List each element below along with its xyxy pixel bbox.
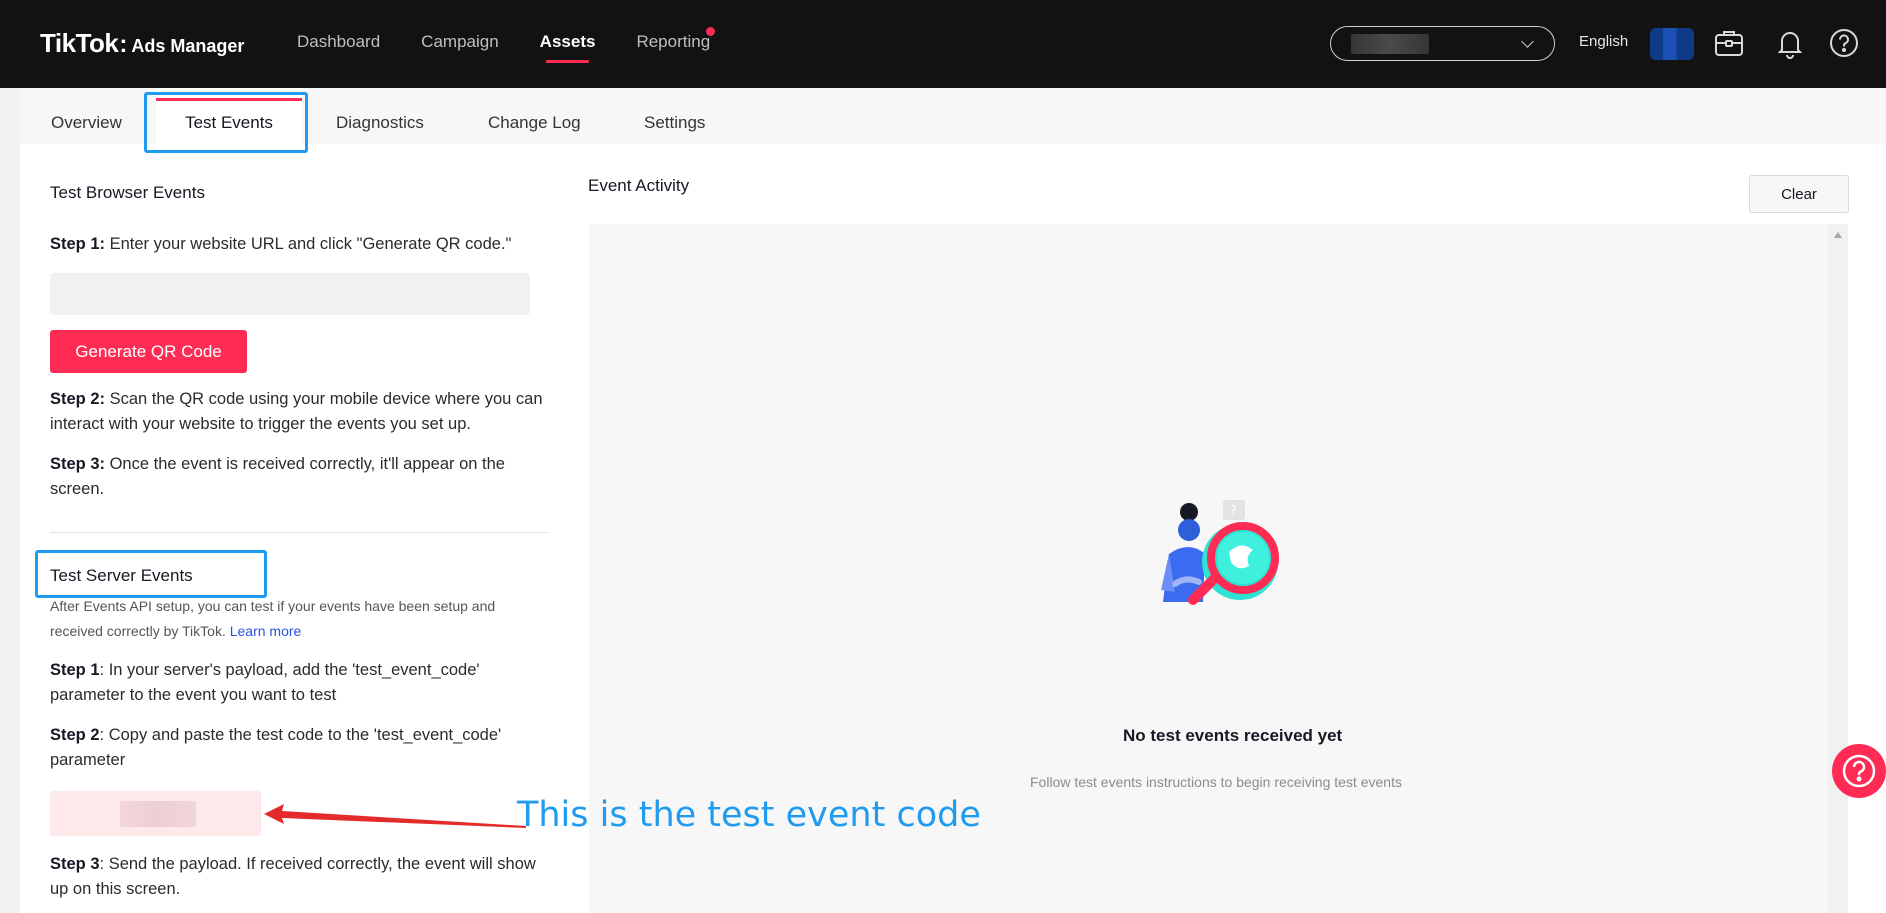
- tab-diagnostics[interactable]: Diagnostics: [336, 88, 424, 144]
- server-step-1: Step 1: In your server's payload, add th…: [50, 658, 550, 708]
- generate-qr-code-button[interactable]: Generate QR Code: [50, 330, 247, 373]
- account-selector[interactable]: [1330, 26, 1555, 61]
- logo-brand: TikTok: [40, 28, 119, 58]
- briefcase-icon[interactable]: [1712, 26, 1746, 60]
- help-chat-button[interactable]: [1832, 744, 1886, 798]
- clear-button[interactable]: Clear: [1749, 175, 1849, 213]
- browser-events-title: Test Browser Events: [50, 183, 205, 202]
- step-text: Scan the QR code using your mobile devic…: [50, 390, 543, 433]
- annotation-arrow-icon: [264, 804, 526, 828]
- step-text: Enter your website URL and click "Genera…: [105, 235, 512, 253]
- svg-text:?: ?: [1230, 504, 1237, 519]
- browser-step-3: Step 3: Once the event is received corre…: [50, 452, 550, 502]
- tiktok-ads-manager-logo[interactable]: TikTok : Ads Manager: [40, 28, 244, 59]
- main-nav: Dashboard Campaign Assets Reporting: [297, 0, 751, 88]
- step-label: Step 1: [50, 661, 100, 679]
- account-name-redacted: [1351, 34, 1429, 54]
- bell-icon[interactable]: [1773, 26, 1807, 60]
- server-step-2: Step 2: Copy and paste the test code to …: [50, 723, 550, 773]
- main-panel: Overview Test Events Diagnostics Change …: [20, 88, 1886, 913]
- website-url-input[interactable]: [50, 273, 530, 315]
- notification-dot: [706, 27, 716, 36]
- logo-colon: :: [119, 31, 128, 58]
- nav-reporting-label: Reporting: [636, 32, 711, 51]
- scroll-up-arrow-icon[interactable]: [1834, 232, 1842, 238]
- tab-change-log[interactable]: Change Log: [488, 88, 581, 144]
- learn-more-link[interactable]: Learn more: [230, 623, 302, 639]
- step-label: Step 3:: [50, 455, 106, 473]
- tab-settings[interactable]: Settings: [644, 88, 705, 144]
- browser-step-1: Step 1: Enter your website URL and click…: [50, 232, 550, 257]
- help-icon[interactable]: [1827, 26, 1861, 60]
- chevron-down-icon: [1521, 35, 1534, 48]
- empty-state-title: No test events received yet: [1123, 726, 1343, 745]
- server-step-3: Step 3: Send the payload. If received co…: [50, 852, 550, 902]
- browser-step-2: Step 2: Scan the QR code using your mobi…: [50, 387, 550, 437]
- help-icon: [1842, 754, 1876, 788]
- logo-product: Ads Manager: [131, 36, 245, 56]
- test-event-code-redacted: [120, 801, 196, 827]
- step-text: Once the event is received correctly, it…: [50, 455, 505, 498]
- language-selector[interactable]: English: [1579, 33, 1628, 50]
- magnifier-illustration-icon: ?: [1161, 500, 1279, 605]
- tab-bar: Overview Test Events Diagnostics Change …: [20, 88, 1886, 144]
- server-events-description: After Events API setup, you can test if …: [50, 594, 550, 644]
- step-label: Step 2: [50, 726, 100, 744]
- avatar[interactable]: [1650, 28, 1694, 60]
- nav-assets[interactable]: Assets: [540, 0, 595, 88]
- top-nav-bar: TikTok : Ads Manager Dashboard Campaign …: [0, 0, 1886, 88]
- annotation-label: This is the test event code: [517, 795, 981, 835]
- step-label: Step 2:: [50, 390, 106, 408]
- nav-campaign[interactable]: Campaign: [421, 0, 499, 88]
- empty-state-description: Follow test events instructions to begin…: [1030, 774, 1402, 790]
- section-divider: [50, 532, 549, 533]
- activity-scrollbar[interactable]: [1828, 224, 1848, 913]
- step-text: : Send the payload. If received correctl…: [50, 855, 536, 898]
- nav-reporting[interactable]: Reporting: [636, 0, 716, 88]
- tab-overview[interactable]: Overview: [51, 88, 122, 144]
- step-label: Step 3: [50, 855, 100, 873]
- nav-dashboard[interactable]: Dashboard: [297, 0, 380, 88]
- step-text: : Copy and paste the test code to the 't…: [50, 726, 502, 769]
- server-events-title: Test Server Events: [50, 566, 193, 585]
- event-activity-title: Event Activity: [588, 176, 690, 195]
- step-text: : In your server's payload, add the 'tes…: [50, 661, 480, 704]
- test-event-code-field[interactable]: [50, 791, 261, 836]
- tab-test-events[interactable]: Test Events: [156, 88, 302, 144]
- step-label: Step 1:: [50, 235, 106, 253]
